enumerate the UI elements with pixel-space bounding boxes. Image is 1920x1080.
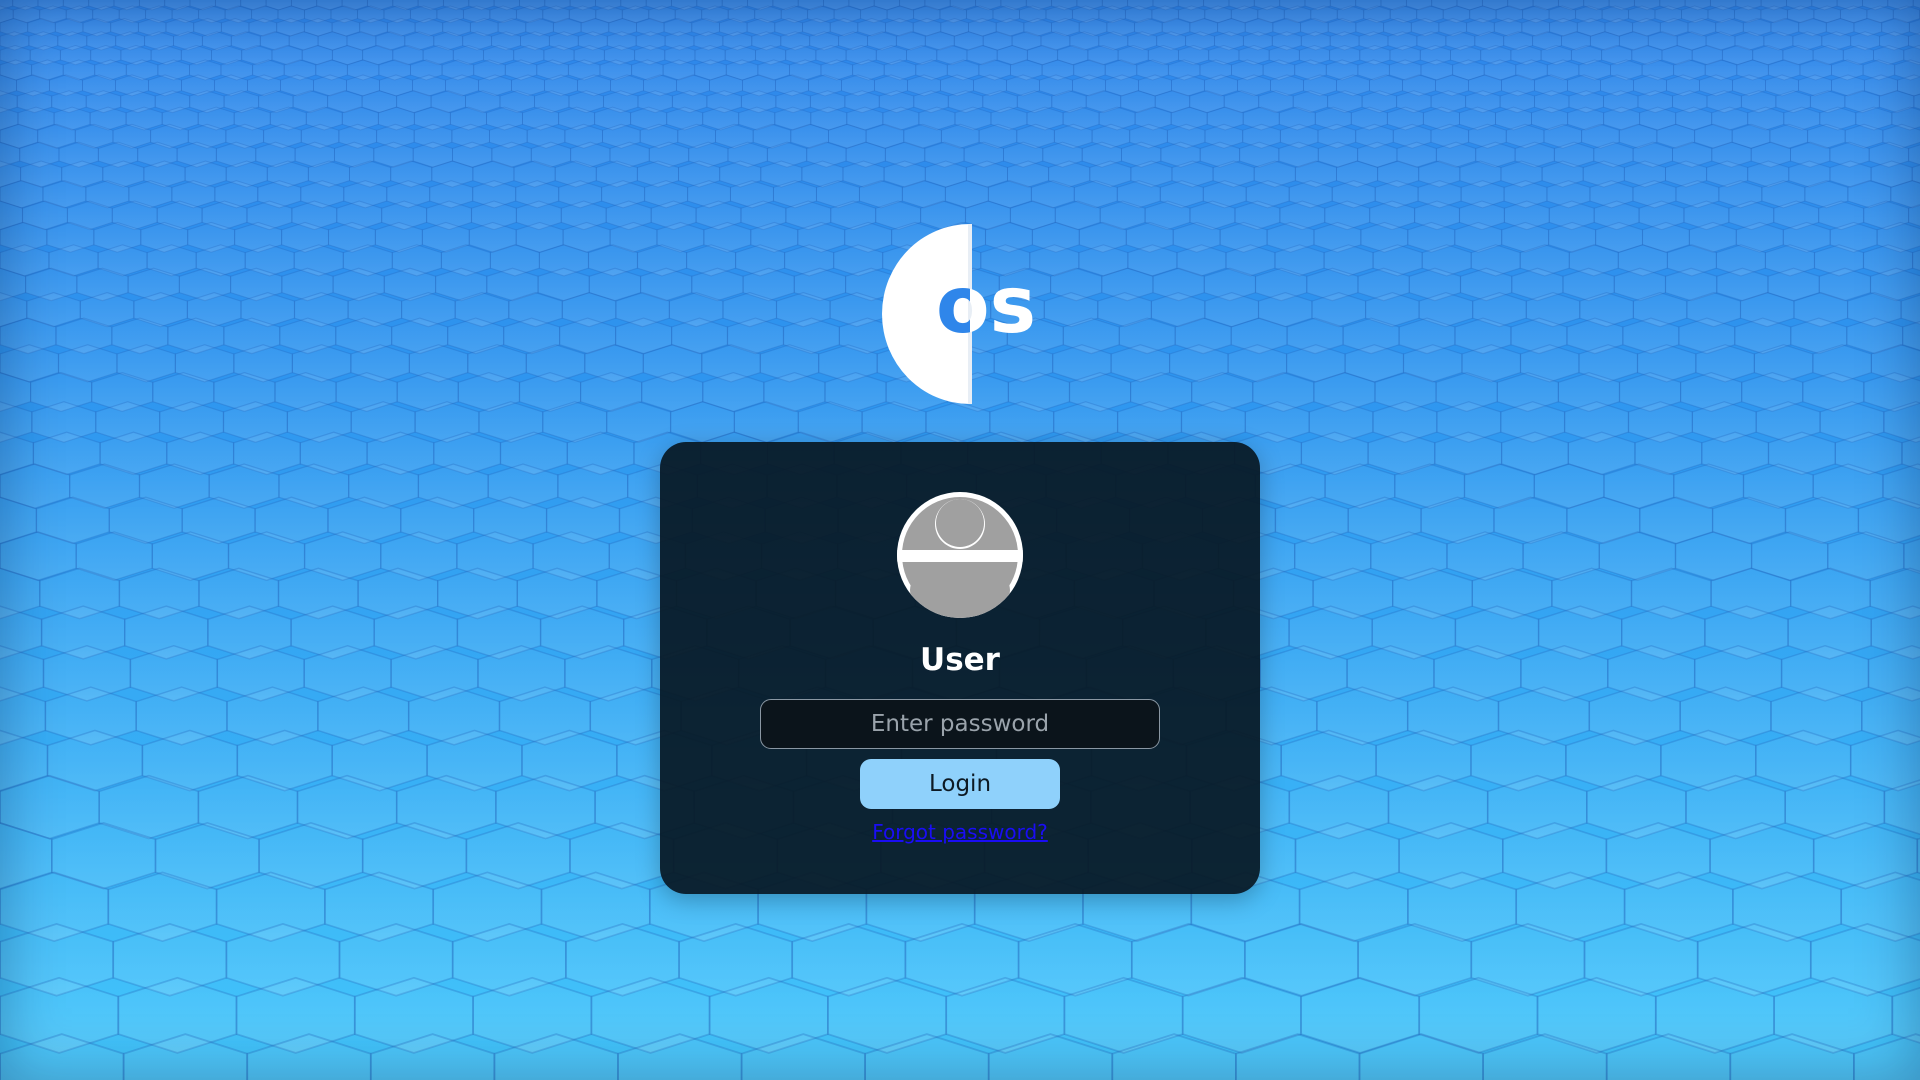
forgot-password-link[interactable]: Forgot password?: [872, 820, 1048, 844]
username-label: User: [920, 642, 1000, 678]
login-card: User Login Forgot password?: [660, 442, 1260, 894]
forgot-password-container: Forgot password?: [660, 818, 1260, 846]
user-avatar-icon: [897, 492, 1023, 618]
password-input[interactable]: [760, 699, 1160, 749]
hexagon-tile: [1912, 249, 1920, 272]
os-logo-icon: os os: [882, 224, 1036, 404]
hexagon-tile: [1849, 729, 1920, 792]
os-logo: os os: [868, 224, 1052, 404]
login-button[interactable]: Login: [860, 759, 1060, 809]
hexagon-tile: [0, 1033, 125, 1080]
